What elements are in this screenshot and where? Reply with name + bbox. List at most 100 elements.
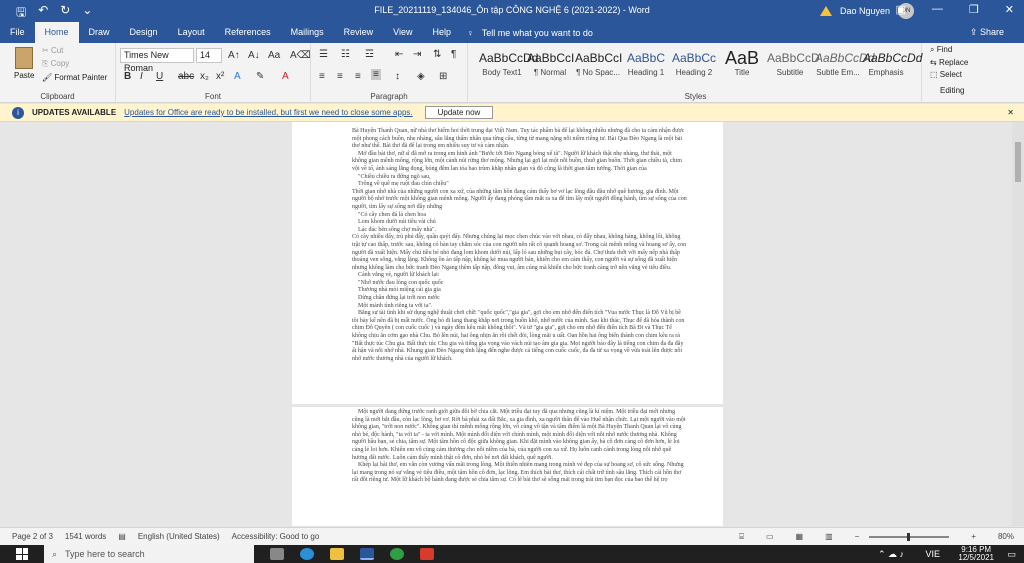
line-spacing-icon[interactable]: ↕ xyxy=(395,71,400,82)
highlight-icon[interactable]: ✎ xyxy=(256,71,264,82)
update-now-button[interactable]: Update now xyxy=(424,106,494,119)
strikethrough-icon[interactable]: abc xyxy=(178,71,194,82)
font-family-select[interactable]: Times New Roman xyxy=(120,48,194,73)
tab-file[interactable]: File xyxy=(0,22,35,43)
notice-message[interactable]: Updates for Office are ready to be insta… xyxy=(124,108,412,117)
tab-references[interactable]: References xyxy=(215,22,281,43)
file-explorer-icon[interactable] xyxy=(330,548,344,560)
print-layout-icon[interactable]: ▦ xyxy=(796,532,804,541)
notification-icon[interactable]: ▭ xyxy=(1007,549,1016,560)
tab-design[interactable]: Design xyxy=(120,22,168,43)
text-effects-icon[interactable]: A xyxy=(234,71,241,82)
word-icon[interactable] xyxy=(360,548,374,560)
close-icon[interactable]: ✕ xyxy=(1005,3,1014,16)
share-button[interactable]: ⇪ Share xyxy=(970,27,1004,38)
style-subtitle[interactable]: AaBbCcD Subtitle xyxy=(766,45,820,85)
minimize-icon[interactable]: — xyxy=(932,3,943,16)
clipboard-group-label: Clipboard xyxy=(40,92,75,101)
superscript-icon[interactable]: x² xyxy=(216,71,224,82)
pilcrow-icon[interactable]: ¶ xyxy=(451,49,456,60)
zoom-out-icon[interactable]: − xyxy=(855,532,860,541)
task-view-icon[interactable] xyxy=(270,548,284,560)
style-emphasis[interactable]: AaBbCcDd Emphasis xyxy=(862,45,922,85)
tab-draw[interactable]: Draw xyxy=(79,22,120,43)
subscript-icon[interactable]: x₂ xyxy=(200,71,209,82)
read-mode-icon[interactable]: ▭ xyxy=(766,532,774,541)
shrink-font-icon[interactable]: A↓ xyxy=(248,50,260,61)
word-count[interactable]: 1541 words xyxy=(65,532,106,541)
align-left-icon[interactable]: ≡ xyxy=(319,71,325,82)
style-subtle-emphasis[interactable]: AaBbCcDd Subtle Em... xyxy=(814,45,874,85)
tab-mailings[interactable]: Mailings xyxy=(281,22,334,43)
bullets-icon[interactable]: ☰ xyxy=(319,49,328,60)
focus-icon[interactable]: ⌸ xyxy=(739,532,744,542)
borders-icon[interactable]: ⊞ xyxy=(439,71,447,82)
language-indicator[interactable]: VIE xyxy=(925,549,940,559)
font-color-icon[interactable]: A xyxy=(282,71,289,82)
edge-icon[interactable] xyxy=(300,548,314,560)
select-button[interactable]: ⬚ Select xyxy=(930,70,968,79)
style-body-text1[interactable]: AaBbCcDd Body Text1 xyxy=(478,45,538,85)
align-center-icon[interactable]: ≡ xyxy=(337,71,343,82)
chrome-icon[interactable] xyxy=(390,548,404,560)
paste-button[interactable]: Paste xyxy=(14,47,34,80)
accessibility-status[interactable]: Accessibility: Good to go xyxy=(232,532,320,541)
find-button[interactable]: ⌕ Find xyxy=(930,45,968,55)
cut-button[interactable]: ✂ Cut xyxy=(42,46,107,55)
zoom-in-icon[interactable]: + xyxy=(971,532,976,541)
clear-format-icon[interactable]: A⌫ xyxy=(290,50,311,61)
multilevel-list-icon[interactable]: ☲ xyxy=(365,49,374,60)
proofing-icon[interactable]: ▤ xyxy=(118,532,126,541)
document-page-3[interactable]: Một người đang đứng trước ranh giới giữa… xyxy=(292,407,723,526)
zoom-level[interactable]: 80% xyxy=(998,532,1014,541)
ribbon-display-icon[interactable]: ▣ xyxy=(896,3,906,16)
style-normal[interactable]: AaBbCcI ¶ Normal xyxy=(526,45,574,85)
style-heading-2[interactable]: AaBbCc Heading 2 xyxy=(670,45,718,85)
style-heading-1[interactable]: AaBbC Heading 1 xyxy=(622,45,670,85)
bold-icon[interactable]: B xyxy=(124,71,131,82)
windows-start-icon[interactable] xyxy=(16,548,28,560)
tab-home[interactable]: Home xyxy=(34,22,79,43)
increase-indent-icon[interactable]: ⇥ xyxy=(413,49,421,60)
page-count[interactable]: Page 2 of 3 xyxy=(12,532,53,541)
italic-icon[interactable]: I xyxy=(140,71,143,82)
find-label: Find xyxy=(936,45,953,54)
sort-icon[interactable]: ⇅ xyxy=(433,49,441,60)
tray-icons[interactable]: ⌃ ☁ ♪ xyxy=(878,549,904,560)
close-icon[interactable]: ✕ xyxy=(1007,108,1014,117)
justify-icon[interactable]: ≡ xyxy=(371,69,381,80)
align-right-icon[interactable]: ≡ xyxy=(355,71,361,82)
format-painter-button[interactable]: 🖌 Format Painter xyxy=(42,73,107,82)
style-name: Subtitle xyxy=(776,68,804,77)
grow-font-icon[interactable]: A↑ xyxy=(228,50,240,61)
tab-layout[interactable]: Layout xyxy=(168,22,215,43)
vertical-scrollbar[interactable] xyxy=(1012,122,1024,526)
font-size-select[interactable]: 14 xyxy=(196,48,222,63)
maximize-icon[interactable]: ❐ xyxy=(969,3,979,16)
tell-me-box[interactable]: ♀ Tell me what you want to do xyxy=(467,28,593,38)
app-icon[interactable] xyxy=(420,548,434,560)
underline-icon[interactable]: U xyxy=(156,71,163,82)
clock-date: 12/5/2021 xyxy=(958,553,994,562)
page-text: Bà Huyện Thanh Quan, nữ nhà thơ hiếm hoi… xyxy=(352,128,687,362)
change-case-icon[interactable]: Aa xyxy=(268,50,280,61)
taskbar-search[interactable]: ⌕ Type here to search xyxy=(44,545,254,563)
zoom-slider-knob[interactable] xyxy=(907,532,911,541)
language[interactable]: English (United States) xyxy=(138,532,220,541)
style-no-spacing[interactable]: AaBbCcI ¶ No Spac... xyxy=(574,45,622,85)
copy-button[interactable]: ⎘ Copy xyxy=(42,59,107,69)
document-area[interactable]: Bà Huyện Thanh Quan, nữ nhà thơ hiếm hoi… xyxy=(0,122,1024,526)
style-title[interactable]: AaB Title xyxy=(718,45,766,85)
tab-help[interactable]: Help xyxy=(423,22,462,43)
document-page-2[interactable]: Bà Huyện Thanh Quan, nữ nhà thơ hiếm hoi… xyxy=(292,122,723,404)
clock[interactable]: 9:16 PM 12/5/2021 xyxy=(958,546,994,562)
decrease-indent-icon[interactable]: ⇤ xyxy=(395,49,403,60)
zoom-slider[interactable] xyxy=(869,532,950,541)
replace-button[interactable]: ⇆ Replace xyxy=(930,58,968,67)
web-layout-icon[interactable]: ▥ xyxy=(825,532,833,541)
scrollbar-thumb[interactable] xyxy=(1015,142,1021,182)
numbering-icon[interactable]: ☷ xyxy=(341,49,350,60)
tab-view[interactable]: View xyxy=(383,22,422,43)
shading-icon[interactable]: ◈ xyxy=(417,71,425,82)
tab-review[interactable]: Review xyxy=(334,22,384,43)
